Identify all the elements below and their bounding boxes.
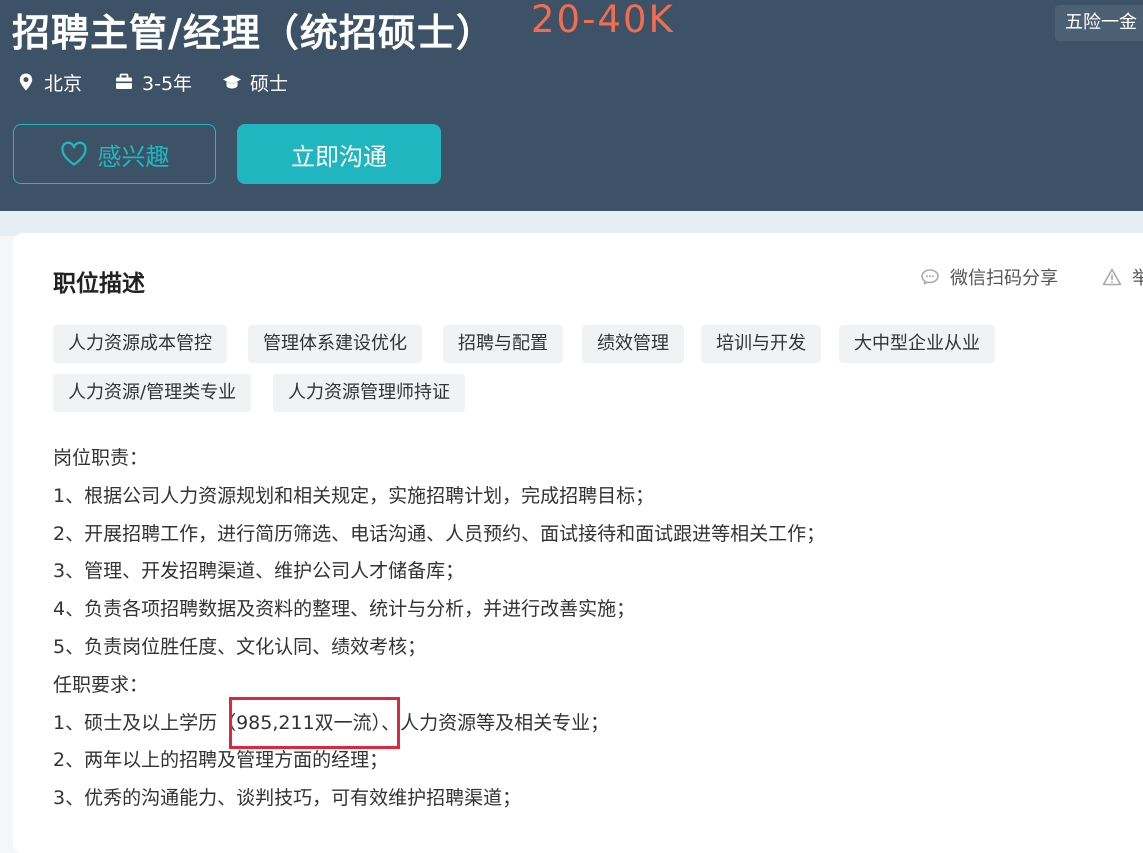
section-title: 职位描述 bbox=[53, 271, 145, 297]
meta-education: 硕士 bbox=[222, 69, 288, 95]
graduation-cap-icon bbox=[222, 72, 242, 92]
salary-range: 20-40K bbox=[531, 0, 675, 41]
meta-location: 北京 bbox=[16, 69, 82, 95]
meta-experience: 3-5年 bbox=[114, 69, 192, 95]
skill-tag: 人力资源成本管控 bbox=[53, 325, 227, 363]
warning-icon bbox=[1102, 267, 1122, 287]
report-link[interactable]: 举 bbox=[1102, 264, 1143, 290]
location-pin-icon bbox=[16, 72, 36, 92]
skill-tag: 人力资源/管理类专业 bbox=[53, 374, 252, 412]
skill-tag: 大中型企业从业 bbox=[839, 325, 995, 363]
job-description-text: 岗位职责： 1、根据公司人力资源规划和相关规定，实施招聘计划，完成招聘目标； 2… bbox=[53, 440, 1113, 818]
heart-icon bbox=[60, 141, 88, 167]
welfare-badge: 五险一金 bbox=[1055, 5, 1143, 41]
description-line: 4、负责各项招聘数据及资料的整理、统计与分析，并进行改善实施； bbox=[53, 598, 636, 621]
wechat-share-link[interactable]: 微信扫码分享 bbox=[920, 264, 1058, 290]
skill-tag: 管理体系建设优化 bbox=[248, 325, 422, 363]
job-title: 招聘主管/经理（统招硕士） bbox=[12, 11, 495, 55]
meta-education-text: 硕士 bbox=[250, 72, 289, 95]
chat-now-button[interactable]: 立即沟通 bbox=[237, 124, 441, 184]
skill-tag: 招聘与配置 bbox=[443, 325, 563, 363]
description-line: 1、根据公司人力资源规划和相关规定，实施招聘计划，完成招聘目标； bbox=[53, 484, 655, 507]
description-line: 2、开展招聘工作，进行简历筛选、电话沟通、人员预约、面试接待和面试跟进等相关工作… bbox=[53, 522, 826, 545]
skill-tag: 人力资源管理师持证 bbox=[273, 374, 465, 412]
description-line: 5、负责岗位胜任度、文化认同、绩效考核； bbox=[53, 635, 427, 658]
share-label: 微信扫码分享 bbox=[950, 268, 1058, 289]
meta-experience-text: 3-5年 bbox=[142, 72, 193, 95]
skill-tag: 绩效管理 bbox=[582, 325, 684, 363]
meta-location-text: 北京 bbox=[44, 72, 83, 95]
interest-button-label: 感兴趣 bbox=[97, 142, 170, 171]
description-line: 2、两年以上的招聘及管理方面的经理； bbox=[53, 749, 389, 772]
briefcase-icon bbox=[114, 72, 134, 92]
report-label: 举 bbox=[1132, 268, 1143, 289]
skill-tag: 培训与开发 bbox=[701, 325, 821, 363]
description-line: 岗位职责： bbox=[53, 447, 149, 469]
description-line: 任职要求： bbox=[53, 673, 149, 696]
interest-button[interactable]: 感兴趣 bbox=[13, 124, 216, 184]
description-line: 1、硕士及以上学历（985,211双一流）、人力资源等及相关专业； bbox=[53, 711, 610, 734]
description-line: 3、优秀的沟通能力、谈判技巧，可有效维护招聘渠道； bbox=[53, 787, 522, 810]
description-line: 3、管理、开发招聘渠道、维护公司人才储备库； bbox=[53, 560, 465, 583]
highlight-annotation-box bbox=[229, 697, 400, 749]
chat-bubble-icon bbox=[920, 267, 940, 287]
